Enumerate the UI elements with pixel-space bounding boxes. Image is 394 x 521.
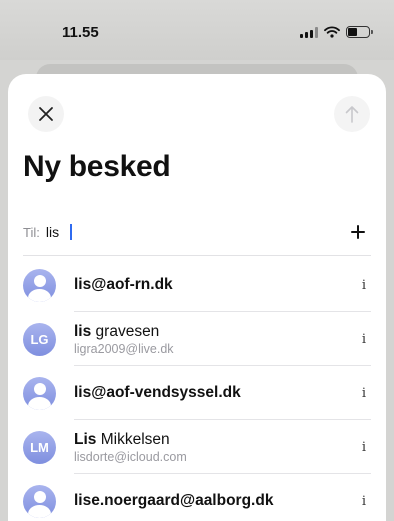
plus-icon [351,225,365,239]
contact-name: lis@aof-vendsyssel.dk [74,384,354,402]
contact-name-rest: gravesen [91,322,160,340]
info-icon: i [361,277,367,293]
contact-email: ligra2009@live.dk [74,341,174,356]
list-item[interactable]: lis@aof-rn.dk i [0,258,394,312]
wifi-icon [324,26,340,38]
to-label: Til: [23,224,40,240]
info-button[interactable]: i [354,383,374,403]
info-icon: i [361,493,367,509]
contact-text: lis@aof-vendsyssel.dk [74,384,354,402]
avatar-initials: LG [30,331,49,347]
info-icon: i [361,385,367,401]
avatar: LG [23,322,56,356]
contact-text: lis@aof-rn.dk [74,276,354,294]
list-item[interactable]: LM Lis Mikkelsen lisdorte@icloud.com i [0,420,394,474]
text-caret [69,224,72,240]
send-button[interactable] [334,96,370,132]
contact-name-match: Lis [74,430,97,448]
avatar: LM [23,430,56,464]
arrow-up-icon [345,106,359,123]
avatar [23,484,56,518]
cellular-signal-icon [300,26,318,38]
contact-name-match: lis@aof-vendsyssel.dk [74,384,241,401]
avatar [23,268,56,302]
list-item[interactable]: LG lis gravesen ligra2009@live.dk i [0,312,394,366]
divider [23,255,371,256]
list-item[interactable]: lise.noergaard@aalborg.dk i [0,474,394,521]
info-button[interactable]: i [354,491,374,511]
contact-name: lise.noergaard@aalborg.dk [74,492,354,510]
info-button[interactable]: i [354,437,374,457]
add-contact-button[interactable] [345,219,371,245]
info-button[interactable]: i [354,329,374,349]
status-time: 11.55 [62,24,99,41]
info-icon: i [361,439,367,455]
to-field: Til: [23,218,371,246]
close-button[interactable] [28,96,64,132]
avatar [23,376,56,410]
contact-name-match: lis@aof-rn.dk [74,276,173,293]
battery-icon [346,26,373,38]
page-title: Ny besked [23,150,171,183]
status-bar: 11.55 [0,0,394,60]
contact-name-match: lis [74,322,92,340]
contact-email: lisdorte@icloud.com [74,449,187,464]
contact-text: Lis Mikkelsen lisdorte@icloud.com [74,431,354,464]
status-icons [300,26,373,38]
contact-name-rest: Mikkelsen [96,430,170,448]
contact-name: lis gravesen [74,323,354,341]
contact-name: Lis Mikkelsen [74,431,354,449]
info-icon: i [361,331,367,347]
list-item[interactable]: lis@aof-vendsyssel.dk i [0,366,394,420]
contact-text: lise.noergaard@aalborg.dk [74,492,354,510]
info-button[interactable]: i [354,275,374,295]
recipient-input[interactable] [45,224,266,240]
battery-level [348,28,357,36]
contact-name-match: lise.noergaard@aalborg.dk [74,492,274,509]
suggestion-list: lis@aof-rn.dk i LG lis gravesen ligra200… [0,258,394,521]
contact-text: lis gravesen ligra2009@live.dk [74,323,354,356]
avatar-initials: LM [30,439,49,455]
close-icon [39,107,53,121]
contact-name: lis@aof-rn.dk [74,276,354,294]
